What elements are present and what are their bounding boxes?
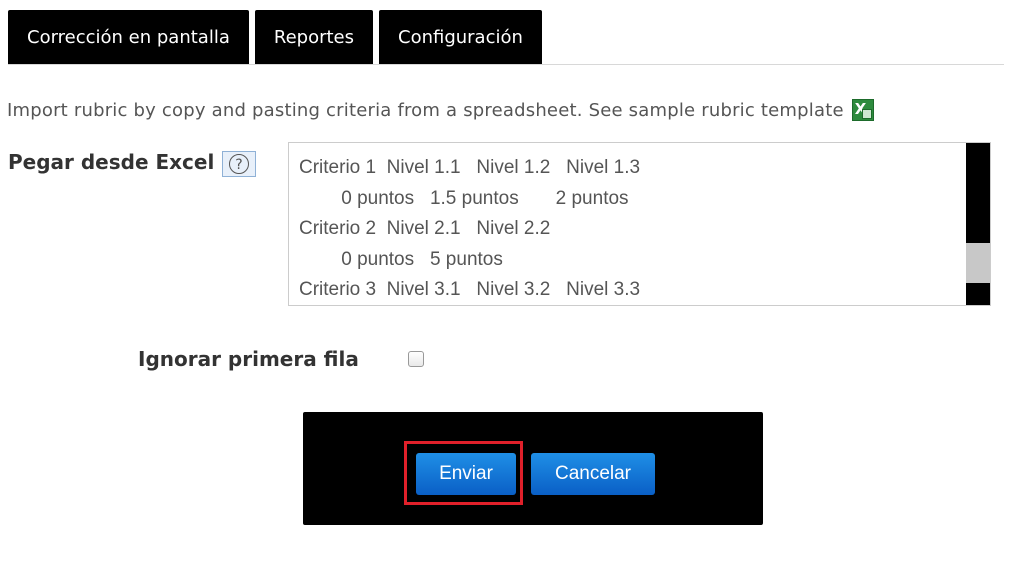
paste-textarea-content: Criterio 1 Nivel 1.1 Nivel 1.2 Nivel 1.3… bbox=[299, 157, 641, 300]
tab-bar: Corrección en pantalla Reportes Configur… bbox=[8, 10, 542, 64]
question-mark-icon: ? bbox=[229, 154, 249, 174]
help-icon-button[interactable]: ? bbox=[222, 151, 256, 177]
paste-from-excel-label: Pegar desde Excel bbox=[8, 150, 215, 174]
ignore-first-row-label: Ignorar primera fila bbox=[138, 347, 359, 371]
excel-template-icon[interactable] bbox=[851, 99, 874, 121]
tab-correccion-en-pantalla[interactable]: Corrección en pantalla bbox=[8, 10, 249, 64]
textarea-scrollbar[interactable] bbox=[966, 143, 990, 305]
import-instructions: Import rubric by copy and pasting criter… bbox=[7, 99, 874, 121]
import-instructions-text: Import rubric by copy and pasting criter… bbox=[7, 99, 844, 121]
tab-reportes[interactable]: Reportes bbox=[254, 10, 373, 64]
action-button-panel: Enviar Cancelar bbox=[303, 412, 763, 525]
cancel-button[interactable]: Cancelar bbox=[531, 453, 655, 495]
tab-configuracion[interactable]: Configuración bbox=[379, 10, 542, 64]
tab-divider bbox=[8, 64, 1004, 65]
paste-textarea[interactable]: Criterio 1 Nivel 1.1 Nivel 1.2 Nivel 1.3… bbox=[288, 142, 991, 306]
send-button[interactable]: Enviar bbox=[416, 453, 516, 495]
ignore-first-row-checkbox[interactable] bbox=[408, 351, 424, 367]
textarea-scroll-thumb[interactable] bbox=[966, 243, 990, 283]
